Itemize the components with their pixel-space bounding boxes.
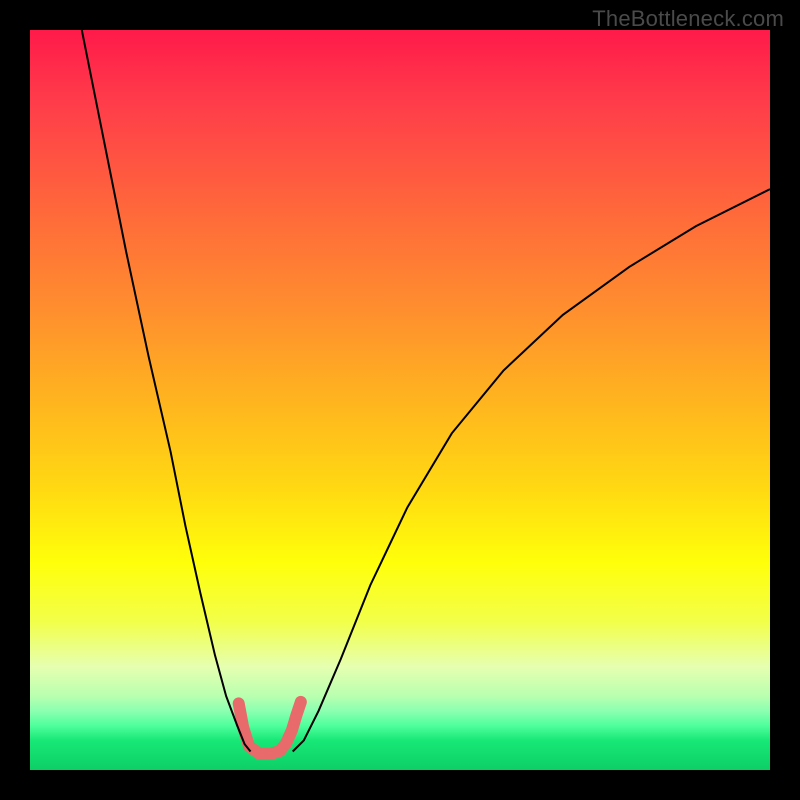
- right-branch-path: [293, 189, 770, 751]
- curve-overlay: [30, 30, 770, 770]
- watermark-text: TheBottleneck.com: [592, 6, 784, 32]
- pink-marker-path: [239, 702, 301, 754]
- left-branch-path: [82, 30, 251, 752]
- plot-area: [30, 30, 770, 770]
